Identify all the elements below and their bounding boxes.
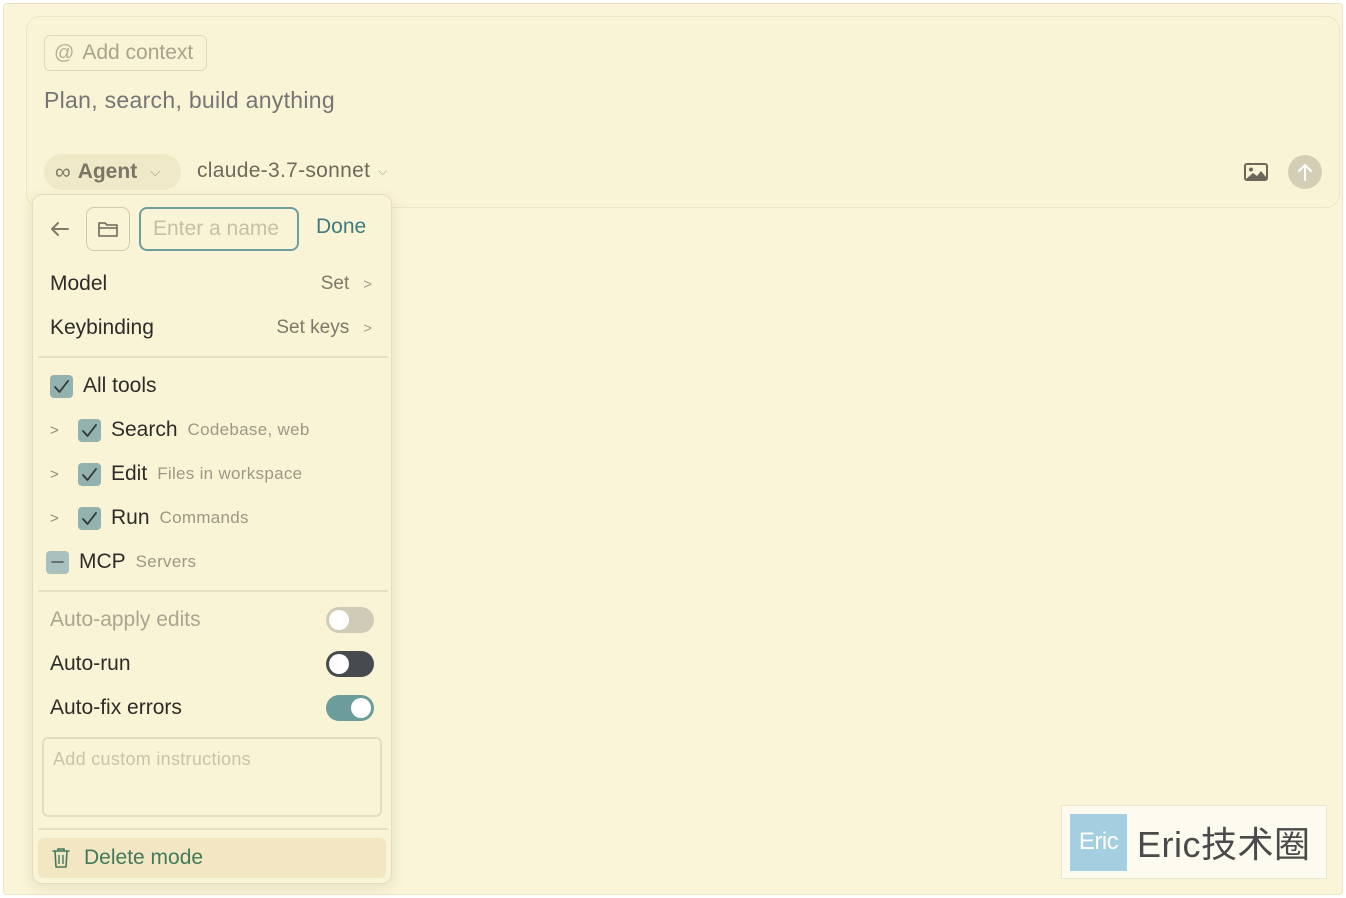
infinity-icon: ∞	[55, 159, 71, 184]
toggle-label: Auto-run	[50, 652, 131, 675]
watermark-text: Eric技术圈	[1137, 824, 1311, 865]
mode-icon-button[interactable]	[86, 207, 130, 251]
toggle-row-auto-fix: Auto-fix errors	[50, 693, 374, 723]
tool-label: Search	[111, 418, 178, 441]
all-tools-checkbox[interactable]	[50, 374, 73, 398]
tool-row-edit[interactable]: > Edit Files in workspace	[50, 459, 302, 489]
add-context-button[interactable]: @ Add context	[44, 35, 208, 71]
auto-run-toggle[interactable]	[326, 651, 374, 677]
run-tool-checkbox[interactable]	[78, 506, 101, 530]
done-button[interactable]: Done	[316, 215, 366, 239]
app-window: @ Add context ∞ Agent ⌵ claude-3.7-sonne…	[3, 3, 1343, 895]
delete-mode-label: Delete mode	[84, 846, 204, 869]
chevron-right-icon[interactable]: >	[50, 422, 68, 439]
toggle-label: Auto-apply edits	[50, 608, 201, 631]
tool-label: Run	[111, 506, 150, 529]
search-tool-checkbox[interactable]	[78, 418, 101, 442]
model-row-value: Set	[320, 273, 350, 294]
at-sign-icon: @	[54, 41, 75, 64]
chevron-right-icon: >	[363, 275, 372, 293]
mcp-checkbox[interactable]	[46, 550, 69, 574]
model-label: claude-3.7-sonnet	[197, 159, 371, 182]
image-upload-icon[interactable]	[1243, 161, 1269, 183]
trash-icon	[52, 848, 70, 868]
toggle-knob	[329, 610, 349, 630]
chat-composer: @ Add context ∞ Agent ⌵ claude-3.7-sonne…	[26, 16, 1340, 208]
checkmark-icon	[82, 423, 97, 437]
toggle-row-auto-apply: Auto-apply edits	[50, 605, 374, 635]
mode-label: Agent	[77, 160, 138, 183]
folder-icon	[98, 222, 118, 237]
auto-apply-toggle[interactable]	[326, 607, 374, 633]
checkmark-icon	[82, 467, 97, 481]
checkmark-icon	[82, 511, 97, 525]
tool-row-search[interactable]: > Search Codebase, web	[50, 415, 310, 445]
prompt-input[interactable]	[44, 87, 744, 114]
mcp-description: Servers	[135, 552, 197, 571]
model-row-label: Model	[50, 272, 108, 295]
toggle-label: Auto-fix errors	[50, 696, 182, 719]
watermark: Eric Eric技术圈	[1061, 805, 1327, 879]
arrow-up-icon	[1298, 164, 1312, 181]
keybinding-row[interactable]: Keybinding Set keys >	[50, 313, 372, 343]
keybinding-row-value: Set keys	[276, 317, 350, 338]
mcp-label: MCP	[79, 550, 126, 573]
watermark-logo: Eric	[1070, 813, 1127, 871]
tool-description: Files in workspace	[157, 464, 303, 483]
delete-mode-button[interactable]: Delete mode	[38, 838, 386, 878]
chevron-right-icon[interactable]: >	[50, 510, 68, 527]
chevron-down-icon: ⌵	[150, 164, 161, 179]
all-tools-label: All tools	[83, 374, 157, 397]
divider	[38, 590, 388, 592]
keybinding-row-label: Keybinding	[50, 316, 154, 339]
model-row[interactable]: Model Set >	[50, 269, 372, 299]
toggle-knob	[351, 698, 371, 718]
toggle-knob	[329, 654, 349, 674]
back-arrow-icon[interactable]	[47, 217, 73, 241]
minus-icon	[51, 561, 64, 563]
divider	[38, 356, 388, 358]
edit-tool-checkbox[interactable]	[78, 462, 101, 486]
add-context-label: Add context	[82, 41, 194, 64]
checkmark-icon	[54, 379, 69, 393]
divider	[38, 828, 388, 830]
send-button[interactable]	[1288, 155, 1322, 189]
chevron-right-icon: >	[363, 319, 372, 337]
tool-row-run[interactable]: > Run Commands	[50, 503, 249, 533]
mode-editor-panel: Done Model Set > Keybinding Set keys > A…	[32, 194, 392, 884]
chevron-right-icon[interactable]: >	[50, 466, 68, 483]
model-selector-button[interactable]: claude-3.7-sonnet ⌵	[197, 159, 388, 183]
tool-label: Edit	[111, 462, 148, 485]
tool-description: Codebase, web	[187, 420, 310, 439]
mode-selector-button[interactable]: ∞ Agent ⌵	[44, 154, 181, 190]
tool-row-mcp[interactable]: MCP Servers	[46, 547, 196, 577]
chevron-down-icon: ⌵	[378, 163, 388, 178]
mode-name-input[interactable]	[139, 207, 299, 251]
custom-instructions-input[interactable]	[42, 737, 382, 817]
tool-description: Commands	[159, 508, 249, 527]
all-tools-row[interactable]: All tools	[50, 371, 157, 401]
toggle-row-auto-run: Auto-run	[50, 649, 374, 679]
auto-fix-toggle[interactable]	[326, 695, 374, 721]
